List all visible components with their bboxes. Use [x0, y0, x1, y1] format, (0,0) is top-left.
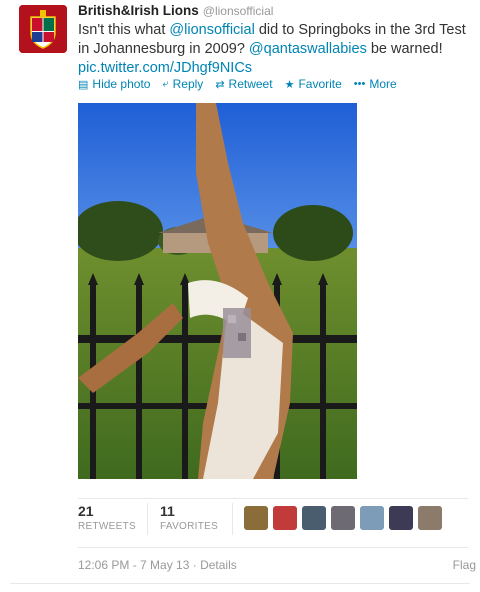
tweet-text-part: be warned! — [366, 41, 443, 57]
tweet-photo[interactable] — [78, 103, 357, 479]
reply-icon: ⤶ — [162, 77, 169, 90]
favoriter-avatar[interactable] — [273, 506, 297, 530]
favoriter-avatar[interactable] — [360, 506, 384, 530]
pic-link[interactable]: pic.twitter.com/JDhgf9NICs — [78, 60, 252, 76]
tweet-header: British&Irish Lions @lionsofficial — [78, 3, 273, 18]
reply-button[interactable]: ⤶ Reply — [162, 77, 203, 91]
photo-icon: ▤ — [78, 78, 89, 91]
separator: · — [189, 558, 201, 572]
retweet-icon: ⇄ — [215, 78, 225, 91]
hide-photo-label: Hide photo — [92, 77, 151, 91]
more-label: More — [369, 77, 397, 91]
timestamp-text[interactable]: 12:06 PM - 7 May 13 — [78, 558, 189, 572]
avatar[interactable] — [19, 5, 67, 53]
hide-photo-button[interactable]: ▤ Hide photo — [78, 77, 150, 91]
user-handle[interactable]: @lionsofficial — [203, 4, 274, 18]
tweet-text: Isn't this what @lionsofficial did to Sp… — [78, 21, 470, 78]
user-name[interactable]: British&Irish Lions — [78, 3, 199, 18]
favoriter-avatars — [244, 506, 442, 530]
favoriter-avatar[interactable] — [302, 506, 326, 530]
more-dots-icon: ••• — [353, 78, 366, 90]
retweets-count: 21 — [78, 503, 94, 519]
tweet-timestamp: 12:06 PM - 7 May 13 · Details — [78, 558, 237, 572]
tweet-stats: 21 RETWEETS 11 FAVORITES — [78, 498, 468, 548]
favorites-stat[interactable]: 11 FAVORITES — [160, 503, 218, 532]
star-icon: ★ — [284, 78, 295, 91]
favoriter-avatar[interactable] — [331, 506, 355, 530]
favoriter-avatar[interactable] — [418, 506, 442, 530]
flag-link[interactable]: Flag — [453, 558, 476, 572]
divider — [10, 583, 470, 584]
more-button[interactable]: ••• More — [354, 77, 397, 91]
favoriter-avatar[interactable] — [244, 506, 268, 530]
retweet-button[interactable]: ⇄ Retweet — [215, 77, 272, 91]
mention-link[interactable]: @lionsofficial — [169, 22, 254, 38]
stats-divider — [232, 503, 233, 535]
favorites-count: 11 — [160, 503, 175, 519]
mention-link[interactable]: @qantaswallabies — [249, 41, 367, 57]
favorites-label: FAVORITES — [160, 521, 219, 532]
retweets-stat[interactable]: 21 RETWEETS — [78, 503, 136, 532]
reply-label: Reply — [172, 77, 204, 91]
details-link[interactable]: Details — [200, 558, 237, 572]
stats-divider — [147, 503, 148, 535]
favoriter-avatar[interactable] — [389, 506, 413, 530]
retweet-label: Retweet — [228, 77, 273, 91]
tweet-text-part: Isn't this what — [78, 22, 170, 38]
favorite-button[interactable]: ★ Favorite — [285, 77, 342, 91]
tweet: British&Irish Lions @lionsofficial Isn't … — [0, 0, 480, 592]
retweets-label: RETWEETS — [78, 521, 136, 532]
tweet-actions: ▤ Hide photo ⤶ Reply ⇄ Retweet ★ Favorit… — [78, 77, 397, 91]
favorite-label: Favorite — [298, 77, 342, 91]
